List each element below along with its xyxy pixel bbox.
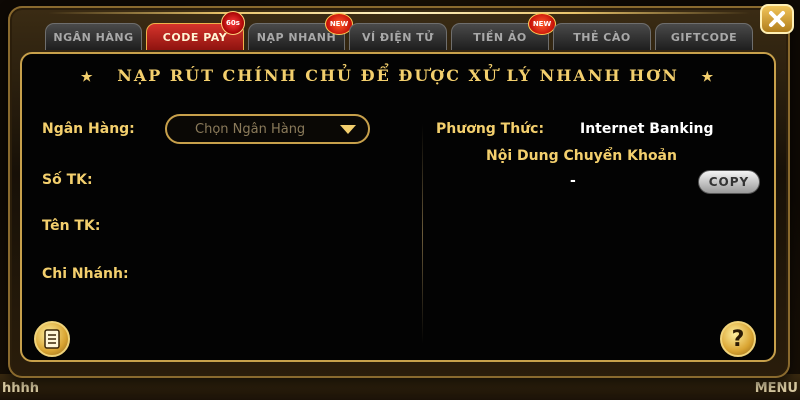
copy-button[interactable]: COPY: [698, 170, 760, 194]
tab-label: GIFTCODE: [670, 30, 738, 44]
bottom-left-text: hhhh: [2, 381, 40, 396]
bank-select-placeholder: Chọn Ngân Hàng: [195, 121, 306, 137]
tab-label: TIỀN ẢO: [473, 30, 527, 44]
close-button[interactable]: [760, 4, 794, 34]
tab-the-cao[interactable]: THẺ CÀO: [553, 23, 651, 50]
transfer-content-label: Nội Dung Chuyển Khoản: [486, 148, 677, 164]
bank-label: Ngân Hàng:: [42, 121, 135, 137]
timer-badge: 60s: [221, 11, 245, 35]
branch-label: Chi Nhánh:: [42, 266, 129, 282]
notes-icon: [44, 329, 60, 349]
help-button[interactable]: ?: [720, 321, 756, 357]
tab-label: THẺ CÀO: [573, 30, 631, 44]
tab-label: NGÂN HÀNG: [53, 30, 134, 44]
tab-label: CODE PAY: [162, 30, 228, 44]
column-divider: [422, 124, 423, 344]
panel-title-text: NẠP RÚT CHÍNH CHỦ ĐỂ ĐƯỢC XỬ LÝ NHANH HƠ…: [117, 66, 679, 85]
bottom-menu-text[interactable]: MENU: [755, 381, 798, 396]
help-icon: ?: [731, 326, 745, 352]
bank-select[interactable]: Chọn Ngân Hàng: [165, 114, 370, 144]
chevron-down-icon: [340, 125, 356, 134]
content-panel: ★ NẠP RÚT CHÍNH CHỦ ĐỂ ĐƯỢC XỬ LÝ NHANH …: [20, 52, 776, 362]
account-name-label: Tên TK:: [42, 218, 101, 234]
transfer-content-value: -: [570, 173, 576, 189]
new-badge: NEW: [528, 13, 556, 35]
panel-title: ★ NẠP RÚT CHÍNH CHỦ ĐỂ ĐƯỢC XỬ LÝ NHANH …: [22, 66, 774, 85]
close-icon: [769, 11, 785, 27]
tab-giftcode[interactable]: GIFTCODE: [655, 23, 753, 50]
method-label: Phương Thức:: [436, 121, 545, 137]
star-icon: ★: [701, 70, 716, 85]
tab-label: NẠP NHANH: [256, 30, 337, 44]
star-icon: ★: [80, 70, 95, 85]
frame-highlight: [48, 12, 750, 14]
tab-label: VÍ ĐIỆN TỬ: [362, 30, 434, 44]
history-button[interactable]: [34, 321, 70, 357]
account-number-label: Số TK:: [42, 172, 93, 188]
tab-vi-dien-tu[interactable]: VÍ ĐIỆN TỬ: [349, 23, 447, 50]
tab-ngan-hang[interactable]: NGÂN HÀNG: [45, 23, 142, 50]
method-value: Internet Banking: [580, 121, 714, 137]
